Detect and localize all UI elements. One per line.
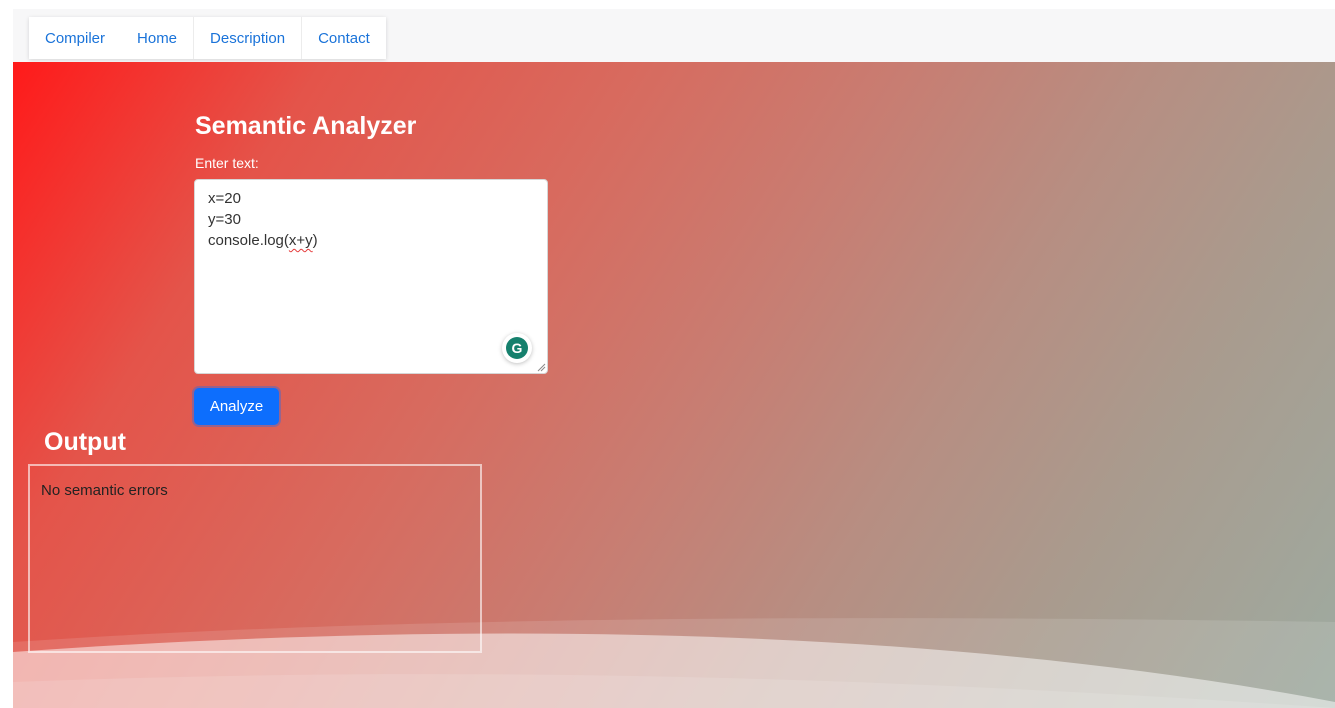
input-label: Enter text: — [195, 155, 259, 171]
analyze-button[interactable]: Analyze — [194, 388, 279, 425]
resize-grip-icon[interactable] — [536, 362, 546, 372]
nav-link-home[interactable]: Home — [121, 17, 193, 59]
nav-link-contact[interactable]: Contact — [301, 17, 386, 59]
spellcheck-underline: x+y — [288, 232, 313, 249]
nav-link-compiler[interactable]: Compiler — [29, 17, 121, 59]
grammarly-icon[interactable]: G — [502, 333, 532, 363]
output-result: No semantic errors — [41, 482, 168, 499]
grammarly-glyph: G — [506, 337, 528, 359]
page-frame: Compiler Home Description Contact Semant… — [13, 9, 1335, 708]
code-line-3: console.log(x+y) — [208, 230, 534, 251]
code-line-3-prefix: console.log( — [208, 232, 289, 249]
main-section: Semantic Analyzer Enter text: x=20 y=30 … — [13, 62, 1335, 708]
nav-link-description[interactable]: Description — [193, 17, 301, 59]
output-title: Output — [44, 428, 126, 456]
code-textarea[interactable]: x=20 y=30 console.log(x+y) G — [194, 179, 548, 374]
code-line-1: x=20 — [208, 190, 241, 207]
code-line-3-suffix: ) — [312, 232, 318, 249]
nav-menu: Compiler Home Description Contact — [29, 17, 386, 59]
output-box: No semantic errors — [28, 464, 482, 653]
page-title: Semantic Analyzer — [195, 112, 417, 140]
code-line-2: y=30 — [208, 211, 241, 228]
navbar: Compiler Home Description Contact — [13, 9, 1335, 62]
